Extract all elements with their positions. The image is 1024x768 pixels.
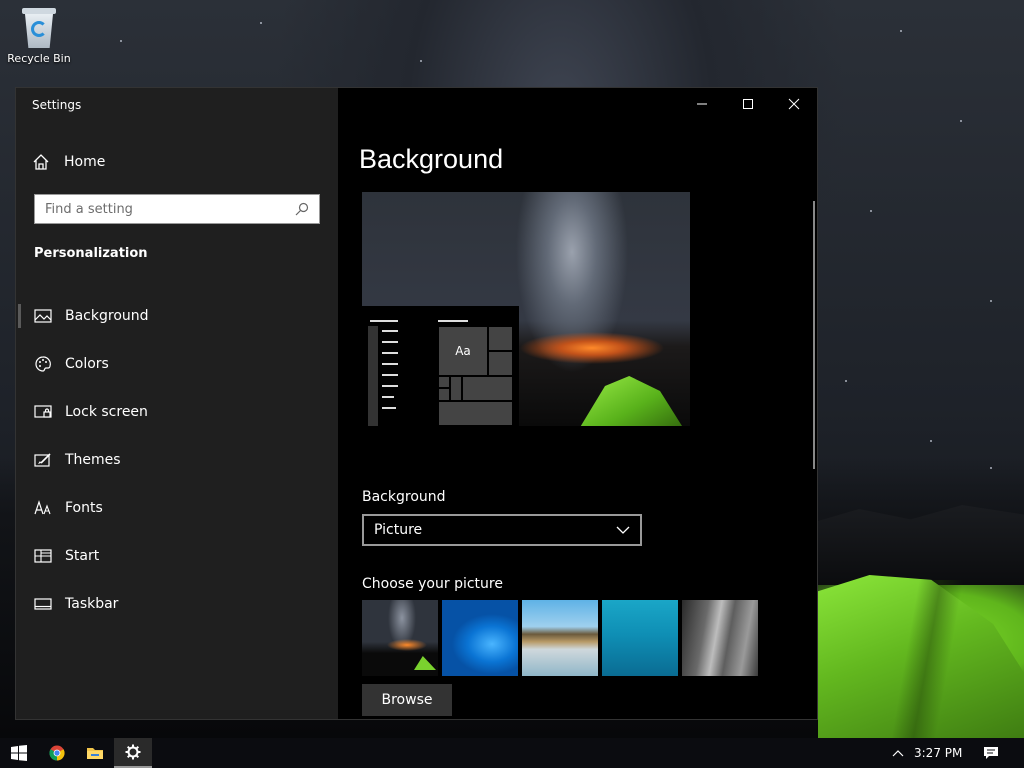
- minimize-button[interactable]: [679, 88, 725, 120]
- close-icon: [788, 98, 800, 110]
- start-icon: [34, 547, 52, 565]
- recycle-bin-label: Recycle Bin: [7, 52, 71, 65]
- home-icon: [33, 154, 49, 170]
- settings-content: Background Aa Background Picture Choose …: [338, 88, 817, 719]
- lock-screen-icon: [34, 403, 52, 421]
- search-input[interactable]: [45, 201, 295, 217]
- home-label: Home: [64, 154, 106, 170]
- chevron-up-icon: [892, 750, 904, 757]
- browse-button[interactable]: Browse: [362, 684, 452, 716]
- chevron-down-icon: [616, 526, 630, 534]
- personalization-nav: Background Colors Lock screen Themes Fon…: [16, 292, 338, 628]
- window-title: Settings: [32, 98, 82, 112]
- thumbnail-milky-way-tent[interactable]: [362, 600, 438, 676]
- section-title: Personalization: [34, 246, 148, 261]
- preview-sample-text: Aa: [438, 326, 488, 376]
- thumbnail-windows-blue[interactable]: [442, 600, 518, 676]
- taskbar-clock[interactable]: 3:27 PM: [914, 738, 962, 768]
- settings-taskbar-button[interactable]: [114, 738, 152, 768]
- preview-tent-image: [580, 376, 682, 426]
- start-button[interactable]: [0, 738, 38, 768]
- recycle-bin-shortcut[interactable]: Recycle Bin: [4, 6, 74, 76]
- sidebar-item-fonts[interactable]: Fonts: [16, 484, 338, 532]
- thumbnail-beach-rocks[interactable]: [522, 600, 598, 676]
- sidebar-item-label: Fonts: [65, 500, 103, 516]
- thumbnail-underwater-swimmer[interactable]: [602, 600, 678, 676]
- background-type-value: Picture: [374, 522, 423, 538]
- close-button[interactable]: [771, 88, 817, 120]
- sidebar-item-label: Colors: [65, 356, 109, 372]
- themes-brush-icon: [34, 451, 52, 469]
- background-type-dropdown[interactable]: Picture: [362, 514, 642, 546]
- search-icon[interactable]: [295, 202, 309, 216]
- notifications-icon: [984, 747, 998, 759]
- sidebar-item-lock-screen[interactable]: Lock screen: [16, 388, 338, 436]
- action-center-button[interactable]: [976, 738, 1006, 768]
- choose-picture-label: Choose your picture: [362, 576, 503, 592]
- search-box[interactable]: [34, 194, 320, 224]
- settings-sidebar: Settings Home Personalization Background…: [16, 88, 338, 719]
- settings-icon: [125, 744, 141, 760]
- show-hidden-icons-button[interactable]: [888, 738, 908, 768]
- sidebar-item-label: Lock screen: [65, 404, 148, 420]
- background-preview: Aa: [362, 192, 690, 426]
- minimize-icon: [697, 103, 707, 105]
- sidebar-item-label: Background: [65, 308, 149, 324]
- chrome-icon: [49, 745, 65, 761]
- vertical-scrollbar[interactable]: [813, 201, 815, 469]
- sidebar-item-taskbar[interactable]: Taskbar: [16, 580, 338, 628]
- sidebar-item-label: Themes: [65, 452, 121, 468]
- sidebar-item-label: Start: [65, 548, 100, 564]
- file-explorer-icon: [87, 748, 103, 759]
- palette-icon: [34, 355, 52, 373]
- fonts-icon: [34, 499, 52, 517]
- taskbar-icon: [34, 595, 52, 613]
- sidebar-item-themes[interactable]: Themes: [16, 436, 338, 484]
- sidebar-item-start[interactable]: Start: [16, 532, 338, 580]
- recycle-bin-icon: [22, 8, 56, 48]
- file-explorer-taskbar-button[interactable]: [76, 738, 114, 768]
- sidebar-item-background[interactable]: Background: [16, 292, 338, 340]
- picture-icon: [34, 307, 52, 325]
- thumbnail-rock-cliff[interactable]: [682, 600, 758, 676]
- preview-start-menu-overlay: Aa: [362, 306, 519, 426]
- maximize-icon: [743, 99, 753, 109]
- background-label: Background: [362, 489, 446, 505]
- picture-thumbnails: [362, 600, 758, 676]
- settings-window: Settings Home Personalization Background…: [15, 87, 818, 720]
- home-nav-item[interactable]: Home: [32, 148, 105, 176]
- chrome-taskbar-button[interactable]: [38, 738, 76, 768]
- sidebar-item-label: Taskbar: [65, 596, 119, 612]
- page-title: Background: [359, 144, 504, 174]
- maximize-button[interactable]: [725, 88, 771, 120]
- taskbar: 3:27 PM: [0, 738, 1024, 768]
- sidebar-item-colors[interactable]: Colors: [16, 340, 338, 388]
- windows-start-icon: [11, 745, 27, 761]
